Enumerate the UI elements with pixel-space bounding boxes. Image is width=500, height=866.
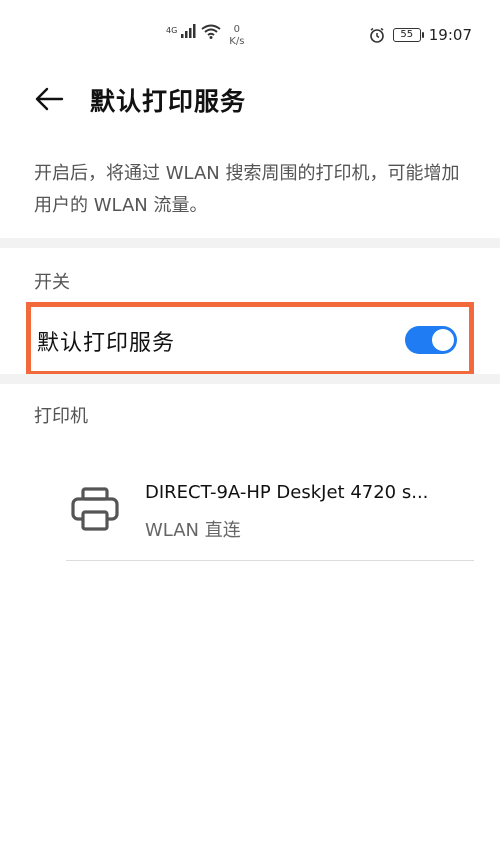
printer-connection-type: WLAN 直连 (145, 520, 241, 541)
printer-section-label: 打印机 (34, 406, 88, 427)
section-divider (0, 374, 500, 384)
list-divider (66, 560, 474, 561)
app-header: 默认打印服务 (0, 70, 500, 130)
default-print-service-row[interactable]: 默认打印服务 (26, 302, 474, 376)
network-type: 4G (166, 26, 178, 35)
network-speed: 0 K/s (229, 24, 245, 47)
back-arrow-icon (35, 87, 64, 111)
switch-row-label: 默认打印服务 (37, 331, 176, 356)
status-bar: 4G 0 K/s 55 19:07 (0, 0, 500, 70)
printer-icon (71, 487, 119, 531)
service-description: 开启后，将通过 WLAN 搜索周围的打印机，可能增加用户的 WLAN 流量。 (34, 163, 460, 216)
clock: 19:07 (428, 26, 472, 44)
printer-name: DIRECT-9A-HP DeskJet 4720 s... (145, 482, 429, 503)
toggle-knob (432, 329, 454, 351)
printer-list-item[interactable]: DIRECT-9A-HP DeskJet 4720 s... WLAN 直连 (0, 460, 500, 560)
page-title: 默认打印服务 (90, 87, 247, 116)
battery-icon: 55 (392, 28, 424, 42)
section-divider (0, 238, 500, 248)
back-button[interactable] (32, 84, 66, 114)
wifi-icon (201, 24, 221, 39)
signal-icon (181, 24, 196, 38)
status-network-group: 4G 0 K/s (166, 24, 244, 48)
switch-section-label: 开关 (34, 272, 70, 293)
alarm-icon (369, 27, 384, 43)
print-service-toggle[interactable] (405, 326, 457, 354)
status-right-group: 55 19:07 (369, 26, 472, 44)
